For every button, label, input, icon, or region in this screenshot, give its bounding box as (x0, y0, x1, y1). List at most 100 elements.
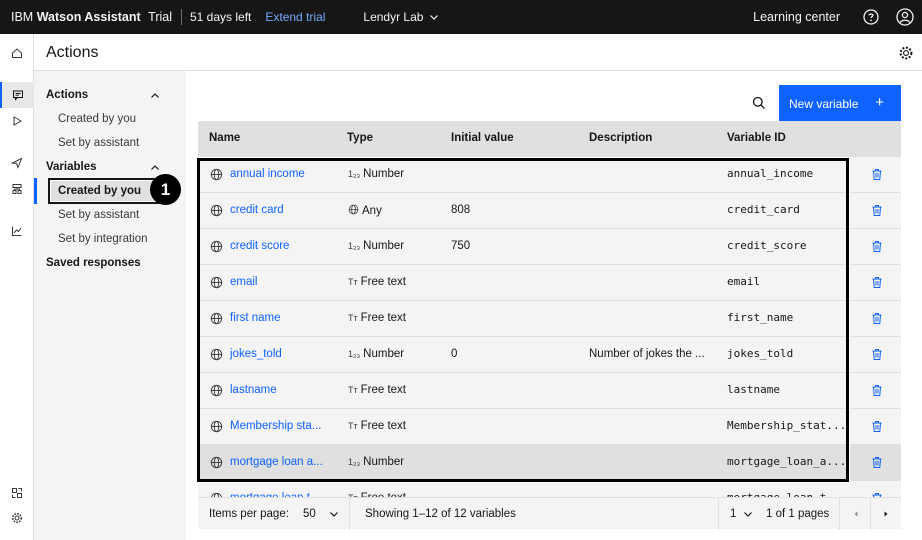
column-header-variable-id[interactable]: Variable ID (727, 132, 786, 144)
variable-name-link[interactable]: mortgage loan a... (230, 456, 323, 468)
column-header-type[interactable]: Type (347, 132, 373, 144)
environments-icon (12, 184, 22, 194)
table-toolbar: New variable + (198, 85, 901, 121)
table-row[interactable]: jokes_told 1₂₃ Number 0 Number of jokes the … (198, 337, 901, 373)
table-row[interactable]: annual income 1₂₃ Number annual_income (198, 157, 901, 193)
variable-type: TтFree text (348, 420, 406, 432)
variable-id: lastname (727, 383, 780, 396)
global-scope-icon (210, 276, 223, 289)
help-button[interactable] (854, 0, 888, 34)
nav-item-variables-set-by-integration[interactable]: Set by integration (58, 233, 148, 245)
analytics-icon (12, 226, 22, 236)
rail-integrations[interactable] (0, 480, 34, 506)
new-variable-label: New variable (789, 97, 859, 111)
table-row[interactable]: email Tт Free text email (198, 265, 901, 301)
delete-variable-icon[interactable] (871, 204, 883, 217)
brand-name: Watson Assistant (36, 10, 141, 24)
caret-left-icon (854, 511, 857, 517)
workspace-name: Lendyr Lab (363, 10, 424, 24)
variable-name-link[interactable]: annual income (230, 168, 305, 180)
nav-item-variables-created-by-you[interactable]: Created by you (48, 178, 159, 204)
chat-icon (13, 90, 23, 101)
delete-variable-icon[interactable] (871, 240, 883, 253)
chevron-down-icon[interactable] (743, 509, 753, 519)
rail-preview[interactable] (0, 108, 34, 134)
table-row[interactable]: lastname Tт Free text lastname (198, 373, 901, 409)
variable-name-link[interactable]: jokes_told (230, 348, 282, 360)
chevron-up-icon[interactable] (150, 91, 160, 101)
rail-publish[interactable] (0, 150, 34, 176)
caret-right-icon (884, 511, 887, 517)
user-avatar-icon (896, 8, 914, 26)
variable-name-link[interactable]: Membership sta... (230, 420, 321, 432)
table-row[interactable]: credit score 1₂₃ Number 750 credit_score (198, 229, 901, 265)
search-icon[interactable] (751, 95, 767, 111)
variable-type: TтFree text (348, 384, 406, 396)
variable-type: 1₂₃ Number (348, 456, 404, 468)
table-row[interactable]: Membership sta... Tт Free text Membership_s… (198, 409, 901, 445)
send-icon (11, 157, 23, 169)
global-scope-icon (210, 384, 223, 397)
page-select[interactable]: 1 (730, 508, 736, 520)
nav-item-variables-set-by-assistant[interactable]: Set by assistant (58, 209, 139, 221)
variable-description: Number of jokes the ... (589, 348, 705, 360)
rail-environments[interactable] (0, 176, 34, 202)
user-profile-button[interactable] (888, 0, 922, 34)
column-header-name[interactable]: Name (209, 132, 240, 144)
add-icon: + (875, 94, 884, 111)
variable-name-link[interactable]: credit score (230, 240, 289, 252)
delete-variable-icon[interactable] (871, 456, 883, 469)
delete-variable-icon[interactable] (871, 384, 883, 397)
column-header-description[interactable]: Description (589, 132, 652, 144)
table-row[interactable]: mortgage loan t...TтFree textmortgage_lo… (198, 481, 901, 497)
extend-trial-link[interactable]: Extend trial (265, 10, 325, 24)
nav-section-variables[interactable]: Variables (46, 161, 97, 173)
variable-type-label: Free text (360, 312, 407, 324)
nav-section-actions[interactable]: Actions (46, 89, 88, 101)
text-type-icon: Tт (348, 385, 358, 395)
chevron-up-icon[interactable] (150, 163, 160, 173)
variables-table-panel: New variable + Name Type Initial value D… (198, 85, 901, 540)
variable-type-label: Number (363, 456, 405, 468)
pagination-bar: Items per page: 50 Showing 1–12 of 12 va… (198, 497, 901, 530)
rail-analyze[interactable] (0, 218, 34, 244)
variable-type: TтFree text (348, 312, 406, 324)
nav-section-saved-responses[interactable]: Saved responses (46, 257, 141, 269)
actions-settings-icon[interactable] (898, 45, 914, 61)
variable-name-link[interactable]: credit card (230, 204, 284, 216)
delete-variable-icon[interactable] (871, 168, 883, 181)
variable-name-link[interactable]: first name (230, 312, 281, 324)
table-body: annual income 1₂₃ Number annual_income credi… (198, 157, 901, 497)
delete-variable-icon[interactable] (871, 348, 883, 361)
variable-name-link[interactable]: lastname (230, 384, 277, 396)
actions-side-nav: Actions Created by you Set by assistant … (34, 71, 186, 540)
new-variable-button[interactable]: New variable + (779, 85, 901, 121)
variable-name-link[interactable]: email (230, 276, 257, 288)
delete-variable-icon[interactable] (871, 420, 883, 433)
rail-actions[interactable] (0, 82, 34, 108)
next-page-button[interactable] (870, 498, 901, 530)
delete-variable-icon[interactable] (871, 276, 883, 289)
column-header-initial-value[interactable]: Initial value (451, 132, 514, 144)
workspace-switcher[interactable]: Lendyr Lab (363, 10, 439, 24)
items-per-page-select[interactable]: 50 (303, 508, 316, 520)
rail-home[interactable] (0, 40, 34, 66)
chevron-down-icon (430, 15, 439, 20)
variable-id: Membership_stat... (727, 419, 847, 432)
top-navigation-bar: IBM Watson Assistant Trial 51 days left … (0, 0, 922, 34)
chevron-down-icon[interactable] (329, 509, 339, 519)
product-brand[interactable]: IBM Watson Assistant Trial (0, 10, 172, 24)
table-row[interactable]: mortgage loan a... 1₂₃ Number mortgage_loan… (198, 445, 901, 481)
nav-item-actions-created-by-you[interactable]: Created by you (58, 113, 136, 125)
active-indicator (34, 178, 37, 204)
learning-center-link[interactable]: Learning center (753, 10, 840, 24)
table-row[interactable]: first name Tт Free text first_name (198, 301, 901, 337)
delete-variable-icon[interactable] (871, 312, 883, 325)
variable-id: credit_score (727, 239, 807, 252)
brand-prefix: IBM (11, 10, 34, 24)
rail-settings[interactable] (0, 505, 34, 531)
previous-page-button[interactable] (840, 498, 871, 530)
number-type-icon: 1₂₃ (348, 169, 361, 179)
table-row[interactable]: credit card Any 808 credit_card (198, 193, 901, 229)
nav-item-actions-set-by-assistant[interactable]: Set by assistant (58, 137, 139, 149)
